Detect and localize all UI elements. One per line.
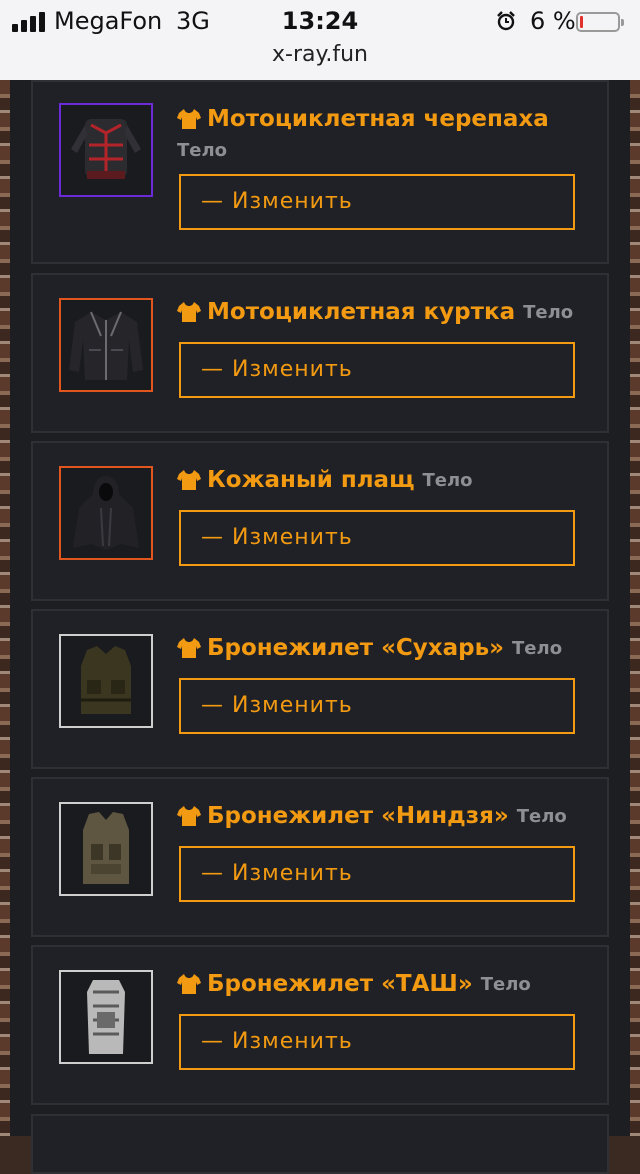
background-texture-left [0, 80, 10, 1136]
list-item: Мотоциклетная черепаха Тело — Изменить [31, 80, 609, 264]
list-item: Мотоциклетная куртка Тело — Изменить [31, 273, 609, 433]
item-title-row: Бронежилет «ТАШ» Тело [177, 971, 597, 1003]
item-image [71, 119, 141, 179]
shirt-icon [177, 302, 201, 322]
item-image [83, 812, 129, 884]
change-button[interactable]: — Изменить [179, 342, 575, 398]
item-name: Кожаный плащ [207, 467, 415, 493]
item-thumbnail[interactable] [59, 103, 153, 197]
change-button[interactable]: — Изменить [179, 510, 575, 566]
item-thumbnail[interactable] [59, 298, 153, 392]
status-bar: MegaFon 3G 13:24 6 % x-ray.fun [0, 0, 640, 80]
item-thumbnail[interactable] [59, 466, 153, 560]
shirt-icon [177, 974, 201, 994]
battery-icon [576, 12, 624, 32]
item-image [69, 311, 143, 380]
change-button[interactable]: — Изменить [179, 174, 575, 230]
item-name: Бронежилет «ТАШ» [207, 971, 473, 997]
change-button[interactable]: — Изменить [179, 846, 575, 902]
item-image [81, 646, 131, 714]
item-slot: Тело [422, 469, 473, 491]
list-item: Бронежилет «ТАШ» Тело — Изменить [31, 945, 609, 1105]
change-button[interactable]: — Изменить [179, 1014, 575, 1070]
item-slot: Тело [177, 140, 228, 161]
shirt-icon [177, 470, 201, 490]
item-name: Бронежилет «Ниндзя» [207, 803, 509, 829]
item-thumbnail[interactable] [59, 634, 153, 728]
item-slot: Тело [523, 301, 574, 323]
item-name: Бронежилет «Сухарь» [207, 635, 505, 661]
inventory-panel: Мотоциклетная черепаха Тело — Изменить Мото… [10, 80, 630, 1174]
item-name: Мотоциклетная черепаха [207, 106, 549, 132]
change-button[interactable]: — Изменить [179, 678, 575, 734]
item-thumbnail[interactable] [59, 970, 153, 1064]
list-item-partial [31, 1114, 609, 1174]
shirt-icon [177, 806, 201, 826]
item-name: Мотоциклетная куртка [207, 299, 516, 325]
list-item: Кожаный плащ Тело — Изменить [31, 441, 609, 601]
item-image [73, 476, 139, 550]
item-title-row: Бронежилет «Ниндзя» Тело [177, 803, 597, 835]
item-slot: Тело [480, 973, 531, 995]
item-image [87, 980, 125, 1054]
battery-level-fill [580, 16, 583, 28]
item-title-row: Мотоциклетная куртка Тело [177, 299, 597, 331]
address-bar-url[interactable]: x-ray.fun [0, 40, 640, 70]
item-title-row: Бронежилет «Сухарь» Тело [177, 635, 597, 667]
alarm-icon [497, 11, 515, 31]
item-slot: Тело [512, 637, 563, 659]
item-title-row: Мотоциклетная черепаха [177, 106, 597, 138]
shirt-icon [177, 109, 201, 129]
background-texture-right [630, 80, 640, 1136]
shirt-icon [177, 638, 201, 658]
item-slot: Тело [516, 805, 567, 827]
list-item: Бронежилет «Ниндзя» Тело — Изменить [31, 777, 609, 937]
item-thumbnail[interactable] [59, 802, 153, 896]
battery-percent: 6 % [530, 7, 576, 35]
list-item: Бронежилет «Сухарь» Тело — Изменить [31, 609, 609, 769]
item-title-row: Кожаный плащ Тело [177, 467, 597, 499]
